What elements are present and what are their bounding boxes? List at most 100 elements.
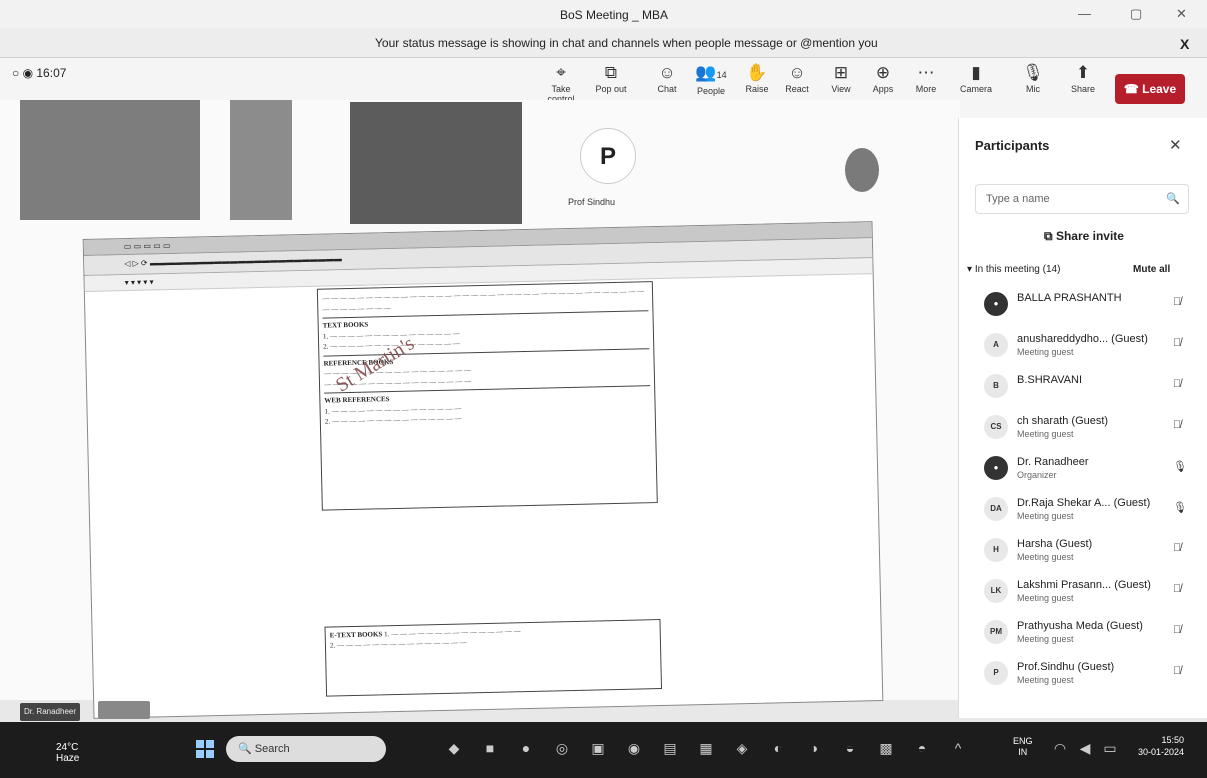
share-invite-button[interactable]: ⧉ Share invite: [999, 224, 1169, 248]
participants-title: Participants: [975, 138, 1050, 153]
window-titlebar: BoS Meeting _ MBA — ▢ ✕: [0, 0, 1207, 28]
mic-muted-icon: 🎙̸: [1173, 296, 1182, 308]
tile-name-label: Prof Sindhu: [568, 197, 616, 207]
meeting-timer: ○ ◉ 16:07: [12, 66, 67, 80]
app-icon[interactable]: ◈: [732, 738, 752, 758]
mic-muted-icon: 🎙̸: [1173, 542, 1182, 554]
mic-muted-icon: 🎙̸: [1173, 378, 1182, 390]
minimize-button[interactable]: —: [1078, 6, 1091, 21]
shared-screen: ▭ ▭ ▭ ▭ ▭ ◁ ▷ ⟳ ▬▬▬▬▬▬▬▬▬▬▬▬▬▬▬▬▬▬▬▬▬▬▬▬…: [82, 221, 884, 719]
taskbar-clock[interactable]: 15:50 30-01-2024: [1130, 734, 1184, 758]
avatar: LK: [984, 579, 1008, 603]
raise-hand-icon: ✋: [746, 63, 768, 82]
app-icon[interactable]: ◓: [912, 738, 932, 758]
video-tile[interactable]: [230, 100, 292, 220]
maximize-button[interactable]: ▢: [1130, 6, 1142, 22]
leave-button[interactable]: ☎ Leave: [1115, 74, 1185, 104]
avatar: A: [984, 333, 1008, 357]
avatar: CS: [984, 415, 1008, 439]
video-tile[interactable]: [20, 100, 200, 220]
doc-heading: E-TEXT BOOKS: [329, 630, 383, 640]
participant-row[interactable]: P Prof.Sindhu (Guest) Meeting guest 🎙̸: [969, 653, 1199, 694]
mic-icon: 🎙: [1173, 502, 1187, 514]
shared-document-page: — — — — — — — — — — — — — — — — — — — — …: [316, 281, 658, 511]
mic-muted-icon: 🎙̸: [1173, 665, 1182, 677]
weather-widget[interactable]: 24°C Haze: [56, 742, 79, 764]
avatar: ●: [984, 292, 1008, 316]
close-panel-button[interactable]: ✕: [1169, 136, 1182, 154]
presenter-name-label: Dr. Ranadheer: [20, 703, 80, 721]
app-icon[interactable]: ■: [480, 738, 500, 758]
app-icon[interactable]: ▦: [696, 738, 716, 758]
people-icon: 👥14: [695, 63, 727, 82]
app-icon[interactable]: ◆: [444, 738, 464, 758]
participants-panel: Participants ✕ Type a name 🔍 ⧉ Share inv…: [958, 118, 1207, 718]
share-button[interactable]: ⬆ Share: [1062, 62, 1104, 106]
banner-message: Your status message is showing in chat a…: [375, 36, 878, 50]
app-icon[interactable]: ▤: [660, 738, 680, 758]
app-icon[interactable]: ◒: [840, 738, 860, 758]
close-window-button[interactable]: ✕: [1176, 6, 1187, 22]
app-icon[interactable]: ▣: [588, 738, 608, 758]
teams-icon[interactable]: ▩: [876, 738, 896, 758]
browser-icon[interactable]: ◎: [552, 738, 572, 758]
mic-muted-icon: 🎙̸: [1173, 624, 1182, 636]
doc-heading: WEB REFERENCES: [324, 385, 651, 407]
camera-button[interactable]: ▮ Camera: [955, 62, 997, 106]
participant-row[interactable]: B B.SHRAVANI 🎙̸: [969, 366, 1199, 407]
app-icon[interactable]: ●: [516, 738, 536, 758]
window-title: BoS Meeting _ MBA: [560, 8, 669, 22]
mic-muted-icon: 🎙̸: [1173, 583, 1182, 595]
windows-start-icon[interactable]: [196, 740, 214, 758]
hand-pointer-icon: ⌖: [556, 63, 566, 82]
avatar: H: [984, 538, 1008, 562]
video-tile[interactable]: [350, 102, 522, 224]
participant-row[interactable]: ● BALLA PRASHANTH 🎙̸: [969, 284, 1199, 325]
mic-muted-icon: 🎙: [1022, 63, 1044, 82]
participant-list: ● BALLA PRASHANTH 🎙̸ Aanushareddydho... (G…: [969, 284, 1199, 694]
react-icon: ☺: [788, 63, 806, 82]
avatar: P: [984, 661, 1008, 685]
view-icon: ⊞: [833, 63, 849, 82]
app-icon[interactable]: ◉: [624, 738, 644, 758]
wifi-icon[interactable]: ◠: [1050, 738, 1070, 758]
participant-row[interactable]: DA Dr.Raja Shekar A... (Guest) Meeting gue…: [969, 489, 1199, 530]
participant-row[interactable]: Aanushareddydho... (Guest) Meeting guest 🎙…: [969, 325, 1199, 366]
banner-close-button[interactable]: X: [1180, 36, 1189, 52]
in-meeting-toggle[interactable]: ▾ In this meeting (14): [967, 264, 1060, 275]
mic-muted-icon: 🎙̸: [1173, 419, 1182, 431]
share-icon: ⬆: [1075, 63, 1091, 82]
volume-icon[interactable]: ◀: [1075, 738, 1095, 758]
pop-out-icon: ⧉: [604, 63, 618, 82]
avatar: PM: [984, 620, 1008, 644]
language-indicator[interactable]: ENG IN: [1013, 736, 1033, 758]
participant-photo: [845, 148, 879, 192]
participant-row[interactable]: LK Lakshmi Prasann... (Guest) Meeting gues…: [969, 571, 1199, 612]
more-icon: ⋯: [917, 63, 935, 82]
presenter-control[interactable]: [98, 701, 150, 719]
avatar: ●: [984, 456, 1008, 480]
search-icon: 🔍: [1166, 193, 1180, 205]
battery-icon[interactable]: ▭: [1100, 738, 1120, 758]
shared-document-page: E-TEXT BOOKS 1. — — — — — — — — — — — — …: [324, 619, 663, 697]
mic-muted-icon: 🎙̸: [1173, 337, 1182, 349]
participant-row[interactable]: H Harsha (Guest) Meeting guest 🎙̸: [969, 530, 1199, 571]
app-icon[interactable]: ◐: [768, 738, 788, 758]
avatar: B: [984, 374, 1008, 398]
mic-icon: 🎙: [1173, 461, 1187, 473]
tray-chevron-icon[interactable]: ^: [948, 738, 968, 758]
taskbar-search[interactable]: 🔍 Search: [226, 736, 386, 762]
app-icon[interactable]: ◑: [804, 738, 824, 758]
participant-row[interactable]: CS ch sharath (Guest) Meeting guest 🎙̸: [969, 407, 1199, 448]
mic-button[interactable]: 🎙 Mic: [1012, 62, 1054, 106]
status-banner: Your status message is showing in chat a…: [0, 28, 1207, 58]
participant-row[interactable]: PM Prathyusha Meda (Guest) Meeting guest 🎙̸: [969, 612, 1199, 653]
avatar: DA: [984, 497, 1008, 521]
camera-icon: ▮: [971, 63, 981, 82]
mute-all-button[interactable]: Mute all: [1133, 264, 1170, 275]
participant-avatar: P: [580, 128, 636, 184]
participant-search-input[interactable]: Type a name 🔍: [975, 184, 1189, 214]
chat-icon: ☺: [658, 63, 676, 82]
apps-icon: ⊕: [875, 63, 891, 82]
participant-row[interactable]: ● Dr. Ranadheer Organizer 🎙: [969, 448, 1199, 489]
